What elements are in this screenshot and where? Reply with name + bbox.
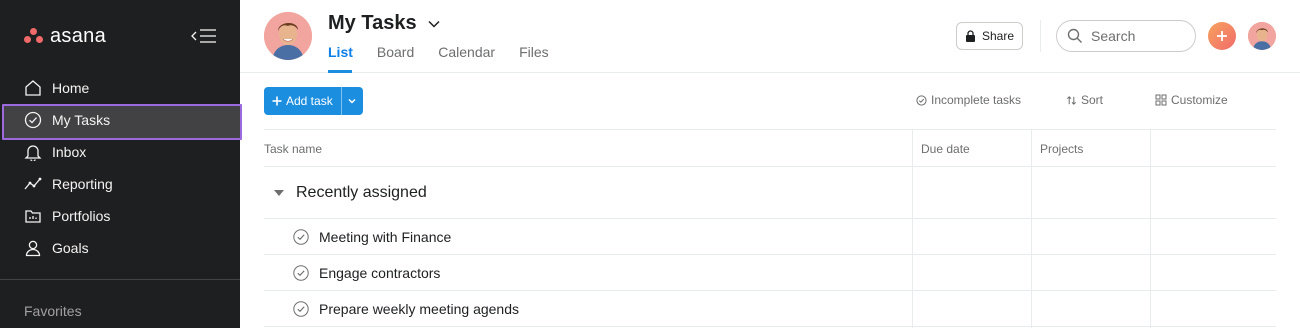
person-icon xyxy=(24,239,42,257)
user-photo-icon xyxy=(1248,22,1276,50)
sidebar-item-inbox[interactable]: Inbox xyxy=(0,136,240,168)
task-name[interactable]: Engage contractors xyxy=(319,265,440,281)
table-row[interactable]: Engage contractors xyxy=(264,255,1276,291)
sidebar-item-label: My Tasks xyxy=(52,112,111,128)
favorites-heading[interactable]: Favorites xyxy=(24,303,82,319)
check-circle-icon xyxy=(916,94,927,106)
bell-icon xyxy=(24,143,42,161)
table-header: Task name Due date Projects xyxy=(264,129,1276,167)
section-title[interactable]: Recently assigned xyxy=(296,184,427,202)
column-header-task-name[interactable]: Task name xyxy=(264,130,322,167)
tab-files[interactable]: Files xyxy=(519,44,549,68)
complete-task-checkbox[interactable] xyxy=(293,301,309,317)
sidebar-item-label: Portfolios xyxy=(52,208,111,224)
sidebar-item-label: Inbox xyxy=(52,144,87,160)
add-task-split-button: Add task xyxy=(264,87,363,115)
table-row[interactable]: Meeting with Finance xyxy=(264,219,1276,255)
add-task-label: Add task xyxy=(286,94,333,108)
tab-calendar[interactable]: Calendar xyxy=(438,44,495,68)
search-input[interactable] xyxy=(1091,28,1181,44)
share-label: Share xyxy=(982,29,1015,43)
add-task-dropdown-button[interactable] xyxy=(340,87,363,115)
asana-logo[interactable]: asana xyxy=(24,22,106,50)
tab-board[interactable]: Board xyxy=(377,44,414,68)
add-task-button[interactable]: Add task xyxy=(264,87,341,115)
sidebar-item-label: Goals xyxy=(52,240,89,256)
complete-task-checkbox[interactable] xyxy=(293,265,309,281)
task-name[interactable]: Prepare weekly meeting agends xyxy=(319,301,519,317)
search-box[interactable] xyxy=(1056,20,1196,52)
page-title-text: My Tasks xyxy=(328,12,417,34)
sidebar-item-label: Home xyxy=(52,80,90,96)
tab-list[interactable]: List xyxy=(328,44,353,68)
sidebar-item-my-tasks[interactable]: My Tasks xyxy=(0,104,242,140)
chevron-down-icon xyxy=(348,98,356,104)
share-button[interactable]: Share xyxy=(956,22,1024,50)
sidebar-divider xyxy=(0,279,240,280)
table-row[interactable]: Prepare weekly meeting agends xyxy=(264,291,1276,327)
chevron-down-icon[interactable] xyxy=(427,17,441,31)
plus-icon xyxy=(272,96,282,106)
grid-icon xyxy=(1155,94,1167,106)
customize-button[interactable]: Customize xyxy=(1155,93,1228,107)
portfolio-icon xyxy=(24,207,42,225)
lock-icon xyxy=(966,30,975,42)
section-header: Recently assigned xyxy=(264,167,1276,219)
sidebar: asana Home My Tasks Inbox Reporting Port… xyxy=(0,0,242,328)
collapse-sidebar-button[interactable] xyxy=(190,26,218,46)
active-tab-indicator xyxy=(328,70,352,73)
sidebar-item-goals[interactable]: Goals xyxy=(0,232,240,264)
sort-label: Sort xyxy=(1081,93,1104,107)
caret-down-icon[interactable] xyxy=(274,189,284,197)
task-name[interactable]: Meeting with Finance xyxy=(319,229,451,245)
profile-avatar[interactable] xyxy=(1248,22,1276,50)
customize-label: Customize xyxy=(1171,93,1228,107)
sort-button[interactable]: Sort xyxy=(1066,93,1103,107)
sidebar-nav: Home My Tasks Inbox Reporting Portfolios xyxy=(0,72,242,264)
logo-dots-icon xyxy=(24,28,44,44)
search-icon xyxy=(1067,28,1082,43)
view-tabs: List Board Calendar Files xyxy=(328,44,549,68)
complete-task-checkbox[interactable] xyxy=(293,229,309,245)
sidebar-item-portfolios[interactable]: Portfolios xyxy=(0,200,240,232)
quick-add-button[interactable] xyxy=(1208,22,1236,50)
home-icon xyxy=(24,79,42,97)
sidebar-item-home[interactable]: Home xyxy=(0,72,240,104)
plus-icon xyxy=(1217,31,1227,41)
avatar xyxy=(264,12,312,60)
sidebar-item-label: Reporting xyxy=(52,176,113,192)
sort-icon xyxy=(1067,95,1076,105)
incomplete-tasks-filter[interactable]: Incomplete tasks xyxy=(916,93,1021,107)
check-circle-icon xyxy=(24,111,42,129)
user-photo-icon xyxy=(264,12,312,60)
page-title: My Tasks xyxy=(328,12,441,35)
reporting-icon xyxy=(24,175,42,193)
header-divider xyxy=(1040,20,1041,52)
column-header-due-date[interactable]: Due date xyxy=(921,130,970,167)
collapse-menu-icon xyxy=(191,29,216,43)
sidebar-item-reporting[interactable]: Reporting xyxy=(0,168,240,200)
logo-text: asana xyxy=(50,24,106,47)
incomplete-tasks-label: Incomplete tasks xyxy=(931,93,1022,107)
page-header: My Tasks List Board Calendar Files Share xyxy=(240,0,1300,73)
column-header-projects[interactable]: Projects xyxy=(1040,130,1083,167)
